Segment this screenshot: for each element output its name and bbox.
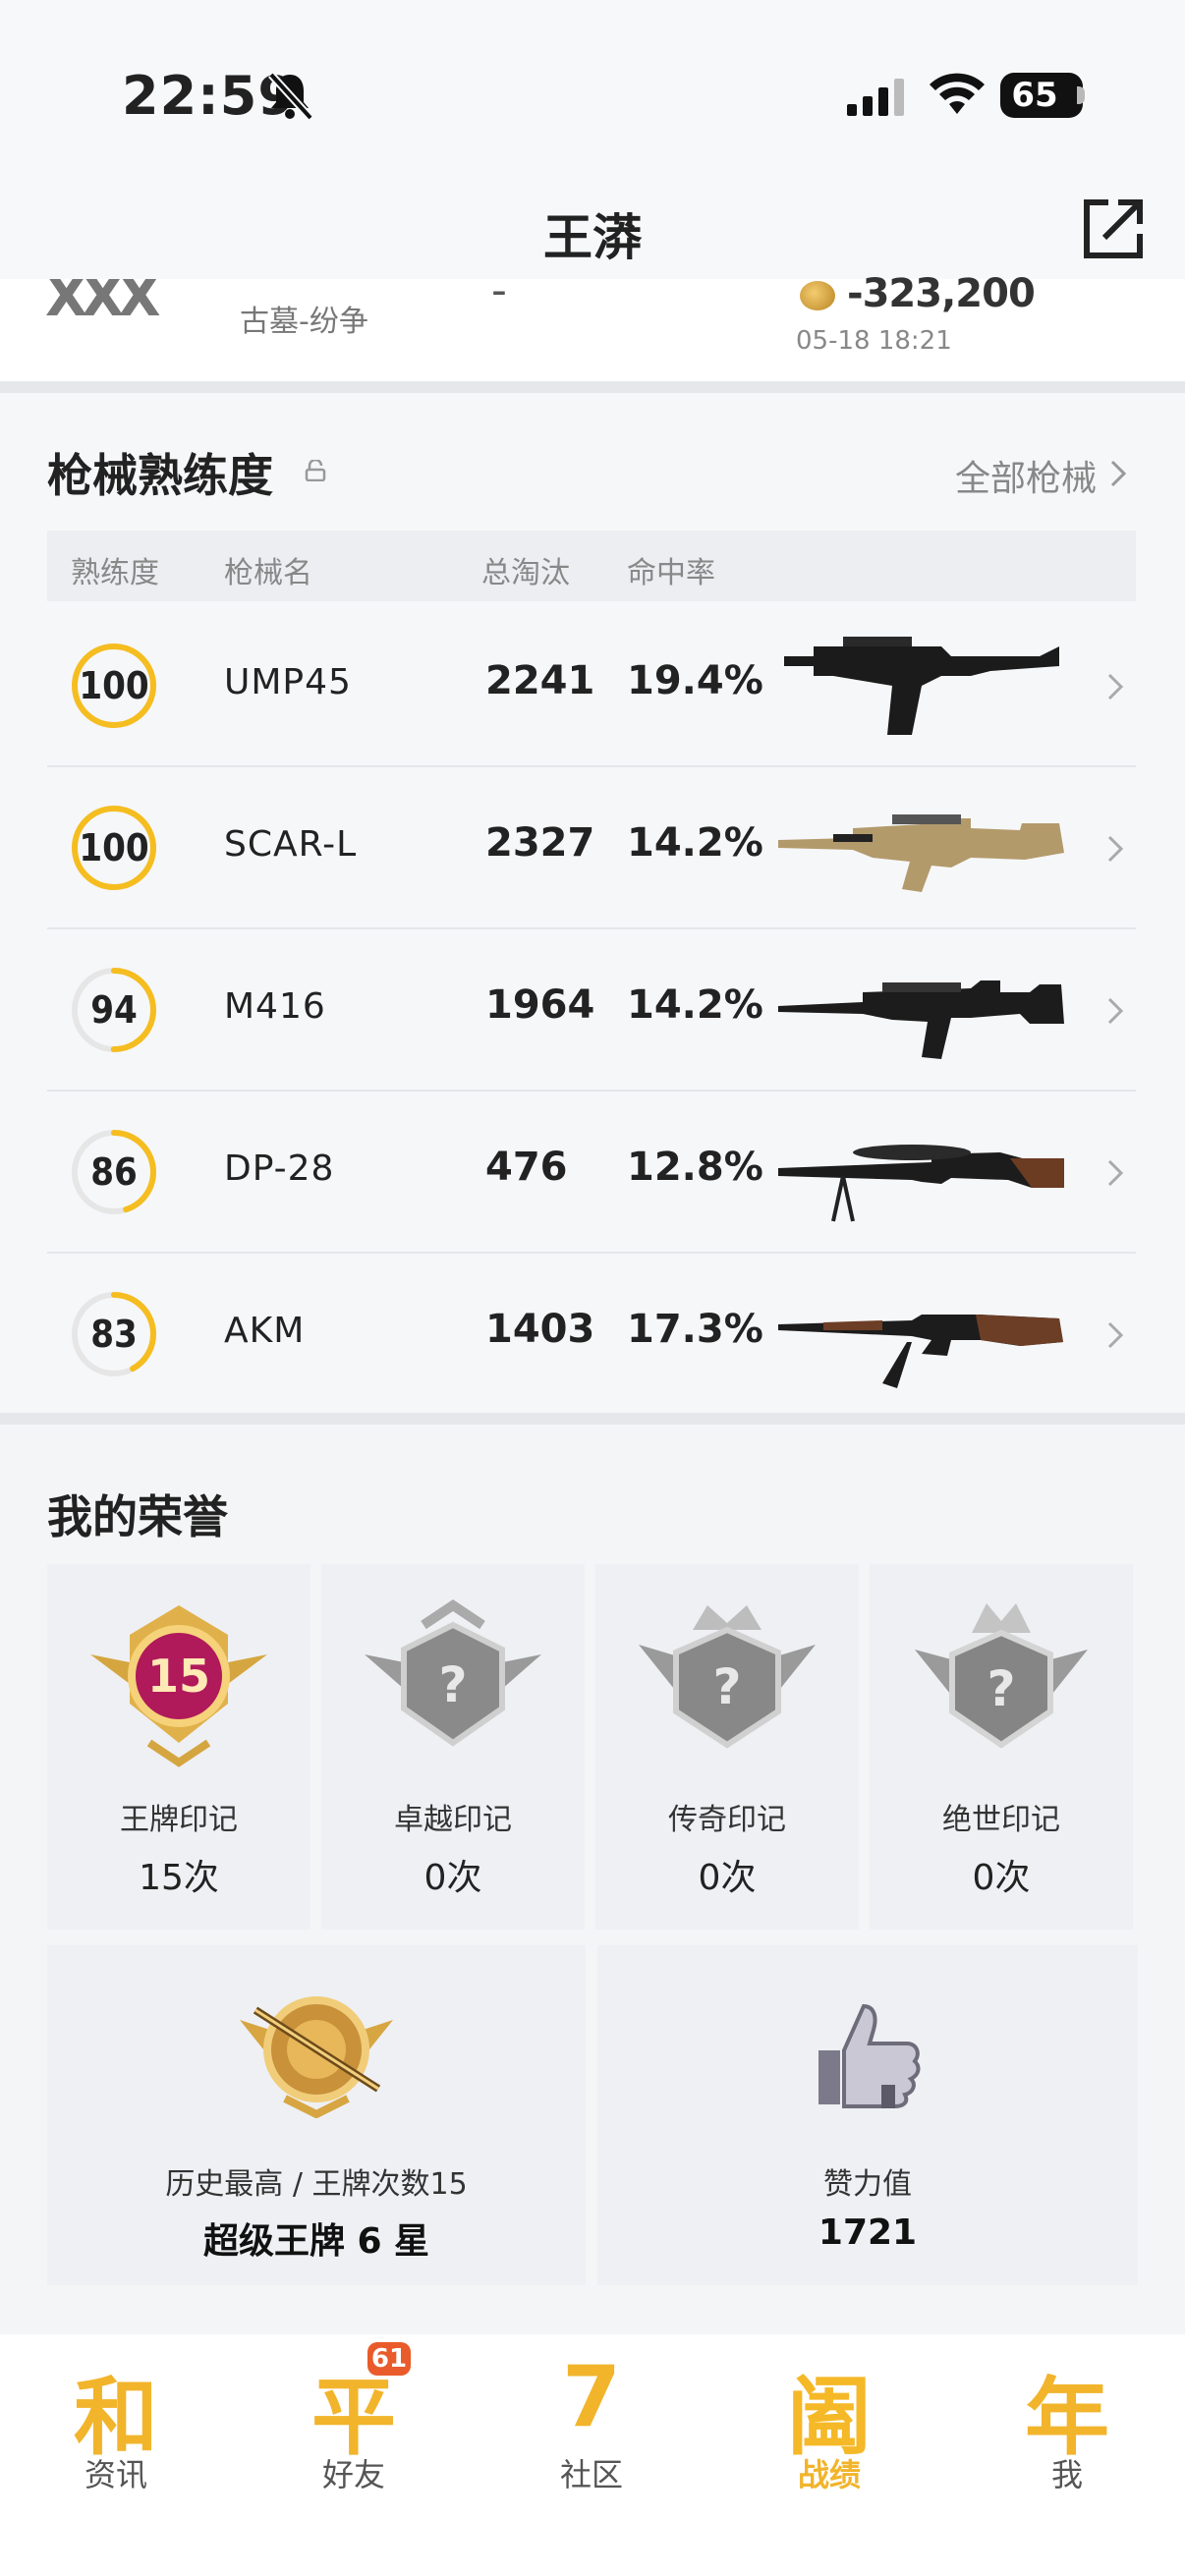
scar-l-gun-icon	[778, 814, 1064, 892]
weapon-name: UMP45	[224, 662, 352, 702]
tab-label: 社区	[559, 2456, 623, 2493]
weapon-hit-rate: 19.4%	[627, 658, 763, 703]
highest-rank-label: 历史最高 / 王牌次数15	[165, 2167, 468, 2202]
honor-label: 卓越印记	[394, 1803, 512, 1837]
column-header-hit-rate: 命中率	[627, 556, 715, 590]
likes-value: 1721	[818, 2212, 918, 2253]
honor-count: 0次	[972, 1858, 1031, 1898]
dp-28-gun-icon	[778, 1145, 1064, 1222]
weapon-row[interactable]: 86 DP-28 476 12.8%	[47, 1090, 1136, 1254]
share-icon[interactable]	[1079, 195, 1148, 263]
honor-card-excellence[interactable]: ? 卓越印记 0次	[321, 1564, 585, 1930]
coin-icon	[800, 281, 835, 310]
weapon-row[interactable]: 83 AKM 1403 17.3%	[47, 1252, 1136, 1416]
weapon-row[interactable]: 100 UMP45 2241 19.4%	[47, 603, 1136, 767]
weapon-row[interactable]: 100 SCAR-L 2327 14.2%	[47, 765, 1136, 929]
match-date: 05-18 18:21	[796, 326, 952, 356]
thumbs-up-icon	[818, 2003, 921, 2108]
weapon-row[interactable]: 94 M416 1964 14.2%	[47, 927, 1136, 1092]
tab-label: 好友	[321, 2456, 385, 2493]
akm-gun-icon	[778, 1315, 1063, 1388]
ump45-gun-icon	[784, 637, 1059, 735]
m416-gun-icon	[778, 980, 1064, 1059]
honor-count: 0次	[698, 1858, 757, 1898]
match-rank: -	[491, 265, 507, 315]
tab-news[interactable]: 和 资讯	[37, 2348, 195, 2493]
weapon-name: M416	[224, 986, 326, 1027]
highest-rank-card[interactable]: 历史最高 / 王牌次数15 超级王牌 6 星	[47, 1945, 586, 2285]
honor-count: 0次	[423, 1858, 482, 1898]
honor-card-peerless[interactable]: ? 绝世印记 0次	[870, 1564, 1133, 1930]
peerless-mark-symbol: ?	[987, 1660, 1015, 1717]
tab-records[interactable]: 阖 战绩	[751, 2348, 908, 2493]
weapon-kills: 1403	[485, 1307, 595, 1352]
legend-mark-icon: ?	[639, 1605, 816, 1749]
proficiency-value: 83	[90, 1313, 138, 1356]
section-divider	[0, 381, 1185, 393]
match-map: 古墓-纷争	[240, 305, 368, 339]
friends-badge: 61	[367, 2342, 411, 2376]
chevron-right-icon[interactable]	[1106, 1320, 1124, 1350]
column-header-name: 枪械名	[224, 556, 312, 590]
weapon-kills: 1964	[485, 982, 595, 1028]
ace-mark-icon: 15	[90, 1605, 267, 1767]
chevron-right-icon[interactable]	[1106, 834, 1124, 864]
weapon-hit-rate: 14.2%	[627, 982, 763, 1028]
tab-me[interactable]: 年 我	[988, 2348, 1146, 2493]
table-header	[47, 531, 1136, 601]
proficiency-value: 94	[90, 988, 138, 1032]
tab-label: 资讯	[84, 2456, 147, 2493]
all-weapons-link[interactable]: 全部枪械	[955, 450, 1097, 501]
tab-label: 战绩	[797, 2456, 861, 2493]
highest-rank-badge-icon	[240, 1996, 393, 2118]
rank-badge: XXX	[45, 279, 161, 329]
excellence-mark-icon: ?	[365, 1598, 541, 1747]
highest-rank-value: 超级王牌 6 星	[202, 2221, 430, 2262]
signal-icon	[847, 79, 904, 116]
honor-card-ace[interactable]: 15 王牌印记 15次	[47, 1564, 310, 1930]
column-header-proficiency: 熟练度	[71, 556, 159, 590]
honor-label: 绝世印记	[942, 1803, 1060, 1837]
weapon-hit-rate: 12.8%	[627, 1145, 763, 1190]
weapon-name: SCAR-L	[224, 824, 358, 865]
honor-card-legend[interactable]: ? 传奇印记 0次	[595, 1564, 859, 1930]
page-title: 王漭	[543, 209, 642, 266]
weapon-hit-rate: 14.2%	[627, 820, 763, 866]
likes-card[interactable]: 赞力值 1721	[597, 1945, 1138, 2285]
proficiency-value: 100	[79, 826, 149, 869]
weapon-name: DP-28	[224, 1148, 335, 1189]
battery-level: 65	[1011, 76, 1058, 115]
excellence-mark-symbol: ?	[438, 1656, 467, 1713]
tab-community[interactable]: 7 社区	[513, 2348, 670, 2493]
honor-count: 15次	[139, 1858, 219, 1898]
proficiency-value: 86	[90, 1150, 138, 1194]
chevron-right-icon[interactable]	[1106, 996, 1124, 1026]
section-title: 我的荣誉	[47, 1490, 228, 1543]
honor-label: 王牌印记	[120, 1803, 238, 1837]
battery-cap	[1077, 86, 1085, 104]
peerless-mark-icon: ?	[915, 1603, 1088, 1749]
chevron-right-icon[interactable]	[1106, 672, 1124, 701]
lock-icon[interactable]	[305, 460, 326, 481]
weapon-hit-rate: 17.3%	[627, 1307, 763, 1352]
section-title: 枪械熟练度	[47, 449, 273, 502]
weapon-name: AKM	[224, 1311, 306, 1351]
chevron-right-icon[interactable]	[1110, 460, 1126, 487]
weapon-kills: 2241	[485, 658, 595, 703]
wifi-icon	[930, 73, 985, 114]
honor-label: 传奇印记	[668, 1803, 786, 1837]
legend-mark-symbol: ?	[712, 1658, 741, 1715]
community-tab-icon: 7	[562, 2348, 621, 2446]
likes-label: 赞力值	[823, 2167, 912, 2202]
proficiency-value: 100	[79, 664, 149, 707]
column-header-kills: 总淘汰	[481, 556, 570, 590]
weapon-kills: 476	[485, 1145, 568, 1190]
match-amount: -323,200	[847, 271, 1036, 316]
bell-muted-icon	[268, 72, 313, 121]
weapon-kills: 2327	[485, 820, 595, 866]
tab-label: 我	[1050, 2456, 1083, 2493]
section-divider	[0, 1413, 1185, 1425]
ace-mark-number: 15	[147, 1650, 210, 1703]
chevron-right-icon[interactable]	[1106, 1158, 1124, 1188]
